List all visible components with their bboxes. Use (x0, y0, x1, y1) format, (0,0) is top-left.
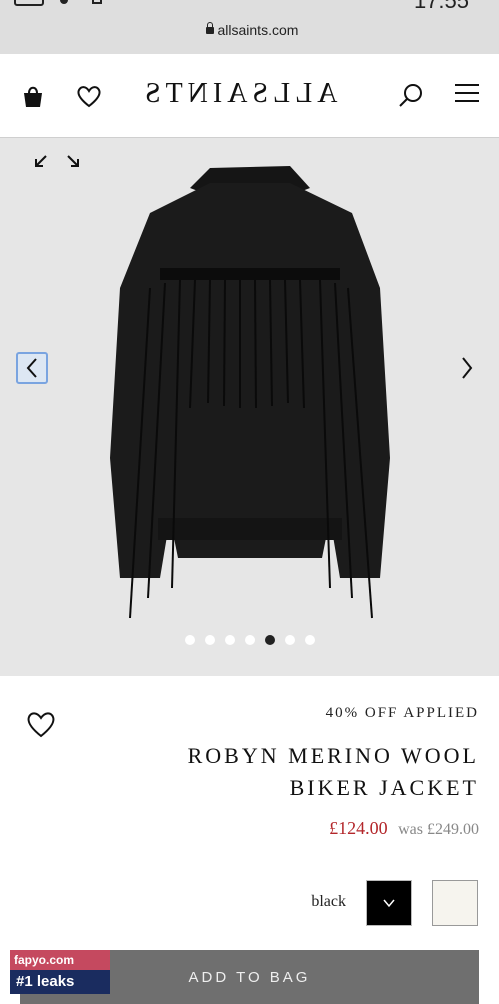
url-text: allsaints.com (217, 22, 299, 38)
watermark-site: fapyo.com (10, 950, 110, 970)
chevron-right-icon (462, 357, 473, 379)
gallery-dot-active[interactable] (264, 635, 275, 645)
gallery-dot[interactable] (284, 635, 295, 645)
signal-icon (60, 0, 68, 4)
gallery-dot[interactable] (224, 635, 235, 645)
prev-image-button[interactable] (16, 352, 48, 384)
chevron-down-icon (383, 899, 395, 908)
watermark: fapyo.com #1 leaks (10, 950, 110, 996)
price-row: £124.00 was £249.00 (329, 818, 479, 839)
gallery-pagination (0, 635, 499, 645)
address-bar[interactable]: allsaints.com (0, 22, 499, 38)
chevron-left-icon (26, 358, 37, 378)
selected-color-label: black (311, 893, 346, 910)
discount-label: 40% OFF APPLIED (325, 705, 479, 721)
menu-icon[interactable] (454, 82, 480, 109)
gallery-dot[interactable] (304, 635, 315, 645)
color-swatch-cream[interactable] (432, 880, 478, 926)
browser-status-bar: 17:55 allsaints.com (0, 0, 499, 54)
original-price: was £249.00 (398, 821, 479, 838)
color-swatch-black[interactable] (366, 880, 412, 926)
status-time: 17:55 (413, 0, 469, 13)
watermark-tagline: #1 leaks (10, 970, 110, 994)
product-image (110, 166, 390, 619)
gallery-dot[interactable] (184, 635, 195, 645)
gallery-dot[interactable] (204, 635, 215, 645)
expand-icon[interactable] (34, 150, 82, 175)
search-icon[interactable] (398, 82, 424, 113)
product-title: ROBYN MERINO WOOL BIKER JACKET (187, 743, 479, 800)
wifi-icon (92, 0, 102, 4)
gallery-dot[interactable] (244, 635, 255, 645)
heart-icon[interactable] (76, 84, 102, 113)
next-image-button[interactable] (454, 352, 480, 384)
wishlist-heart-icon[interactable] (26, 710, 56, 743)
site-logo[interactable]: ALLSAINTS (140, 78, 337, 110)
battery-icon (14, 0, 44, 6)
bag-icon[interactable] (22, 84, 44, 113)
site-header: ALLSAINTS (0, 54, 499, 138)
lock-icon (205, 22, 214, 34)
current-price: £124.00 (329, 818, 388, 838)
product-gallery[interactable] (0, 138, 499, 676)
